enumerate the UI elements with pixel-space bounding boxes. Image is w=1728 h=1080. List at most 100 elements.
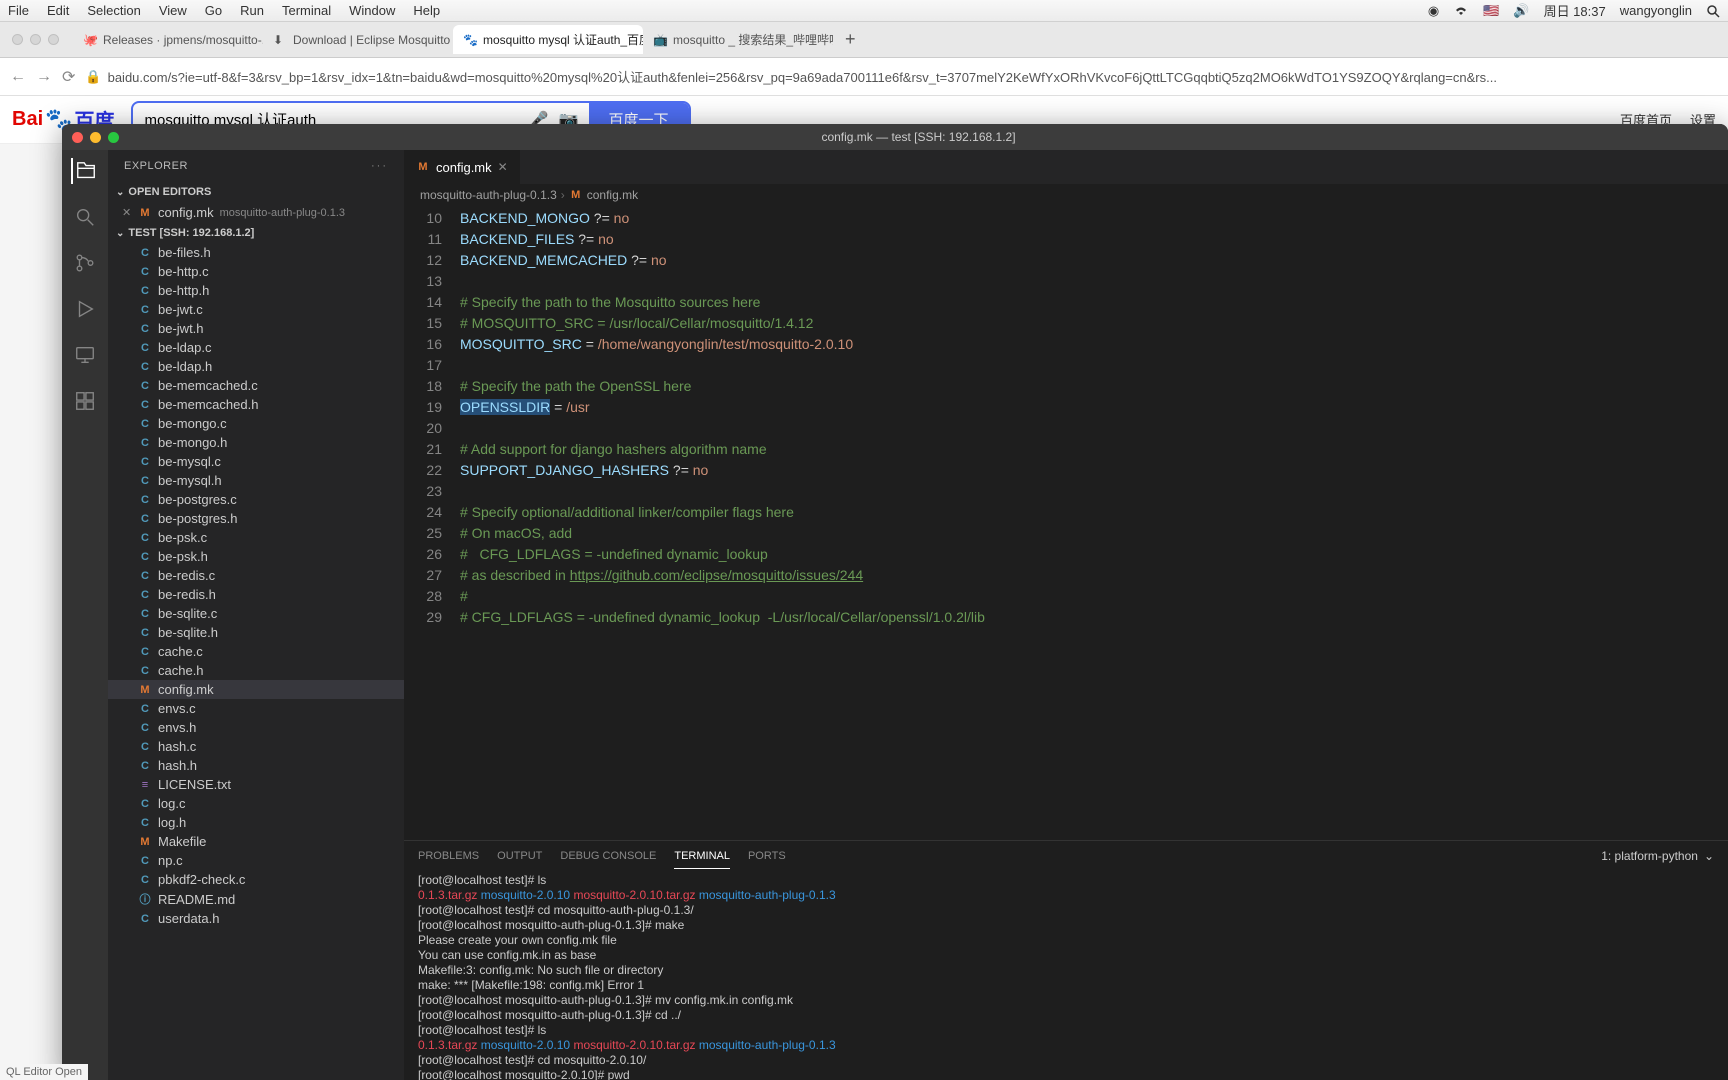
code-line[interactable]: MOSQUITTO_SRC = /home/wangyonglin/test/m…	[460, 334, 1728, 355]
activity-remote[interactable]	[72, 342, 98, 368]
terminal-selector[interactable]: 1: platform-python ⌄	[1601, 849, 1714, 863]
panel-tab[interactable]: OUTPUT	[497, 844, 542, 868]
editor-tab[interactable]: M config.mk ✕	[404, 150, 521, 184]
panel-tab[interactable]: DEBUG CONSOLE	[560, 844, 656, 868]
reload-button[interactable]: ⟳	[62, 67, 75, 87]
menubar-user[interactable]: wangyonglin	[1620, 3, 1692, 18]
browser-tab[interactable]: 🐾mosquitto mysql 认证auth_百度✕	[453, 25, 643, 54]
workspace-section[interactable]: ⌄ TEST [SSH: 192.168.1.2]	[108, 223, 404, 243]
activity-extensions[interactable]	[72, 388, 98, 414]
activity-search[interactable]	[72, 204, 98, 230]
file-item[interactable]: Ccache.c	[108, 642, 404, 661]
panel-tab[interactable]: PROBLEMS	[418, 844, 479, 868]
file-item[interactable]: Cbe-memcached.h	[108, 395, 404, 414]
file-item[interactable]: Cenvs.h	[108, 718, 404, 737]
activity-explorer[interactable]	[71, 158, 97, 184]
file-item[interactable]: Cbe-sqlite.c	[108, 604, 404, 623]
file-item[interactable]: Cbe-mysql.h	[108, 471, 404, 490]
file-item[interactable]: ⓘREADME.md	[108, 889, 404, 909]
menu-item[interactable]: Selection	[87, 3, 140, 18]
code-line[interactable]: #	[460, 586, 1728, 607]
file-item[interactable]: Cbe-ldap.c	[108, 338, 404, 357]
file-item[interactable]: Cbe-mongo.h	[108, 433, 404, 452]
file-item[interactable]: Chash.c	[108, 737, 404, 756]
menu-item[interactable]: File	[8, 3, 29, 18]
file-item[interactable]: Cbe-psk.c	[108, 528, 404, 547]
code-editor[interactable]: 10BACKEND_MONGO ?= no11BACKEND_FILES ?= …	[404, 206, 1728, 840]
file-item[interactable]: Cbe-memcached.c	[108, 376, 404, 395]
file-item[interactable]: Cnp.c	[108, 851, 404, 870]
breadcrumb-item[interactable]: mosquitto-auth-plug-0.1.3	[420, 188, 557, 202]
file-item[interactable]: Chash.h	[108, 756, 404, 775]
menu-item[interactable]: Terminal	[282, 3, 331, 18]
code-line[interactable]	[460, 271, 1728, 292]
browser-tab[interactable]: 📺mosquitto _ 搜索结果_哔哩哔哩✕	[643, 25, 833, 54]
code-line[interactable]: # Specify the path to the Mosquitto sour…	[460, 292, 1728, 313]
browser-tab[interactable]: 🐙Releases · jpmens/mosquitto-...✕	[73, 25, 263, 54]
flag-icon[interactable]: 🇺🇸	[1483, 3, 1499, 19]
file-item[interactable]: Ccache.h	[108, 661, 404, 680]
vscode-titlebar[interactable]: config.mk — test [SSH: 192.168.1.2]	[62, 124, 1728, 150]
more-icon[interactable]: ···	[371, 160, 388, 172]
code-line[interactable]: # CFG_LDFLAGS = -undefined dynamic_looku…	[460, 607, 1728, 628]
file-item[interactable]: Cbe-mysql.c	[108, 452, 404, 471]
code-line[interactable]	[460, 355, 1728, 376]
close-icon[interactable]: ✕	[122, 206, 131, 219]
search-icon[interactable]	[1706, 4, 1720, 18]
file-item[interactable]: Cbe-jwt.c	[108, 300, 404, 319]
file-item[interactable]: MMakefile	[108, 832, 404, 851]
activity-run[interactable]	[72, 296, 98, 322]
breadcrumb[interactable]: mosquitto-auth-plug-0.1.3 › M config.mk	[404, 184, 1728, 206]
file-item[interactable]: Cenvs.c	[108, 699, 404, 718]
code-line[interactable]	[460, 418, 1728, 439]
file-item[interactable]: Cbe-postgres.c	[108, 490, 404, 509]
code-line[interactable]: # MOSQUITTO_SRC = /usr/local/Cellar/mosq…	[460, 313, 1728, 334]
vscode-window-controls[interactable]	[72, 132, 119, 143]
code-line[interactable]: # On macOS, add	[460, 523, 1728, 544]
file-item[interactable]: Cpbkdf2-check.c	[108, 870, 404, 889]
menubar-date[interactable]: 周日 18:37	[1544, 1, 1606, 20]
file-item[interactable]: Cbe-sqlite.h	[108, 623, 404, 642]
record-icon[interactable]: ◉	[1428, 3, 1439, 19]
panel-tab[interactable]: PORTS	[748, 844, 786, 868]
open-editor-item[interactable]: ✕ M config.mk mosquitto-auth-plug-0.1.3	[108, 202, 404, 223]
code-line[interactable]: BACKEND_MONGO ?= no	[460, 208, 1728, 229]
file-item[interactable]: Clog.c	[108, 794, 404, 813]
terminal[interactable]: [root@localhost test]# ls0.1.3.tar.gz mo…	[404, 871, 1728, 1080]
browser-tab[interactable]: ⬇Download | Eclipse Mosquitto✕	[263, 25, 453, 54]
menu-item[interactable]: Help	[413, 3, 440, 18]
close-icon[interactable]: ✕	[498, 160, 508, 174]
file-item[interactable]: Cbe-psk.h	[108, 547, 404, 566]
file-item[interactable]: Cbe-mongo.c	[108, 414, 404, 433]
menu-item[interactable]: Go	[205, 3, 222, 18]
code-line[interactable]: # Specify the path the OpenSSL here	[460, 376, 1728, 397]
back-button[interactable]: ←	[10, 68, 26, 86]
sound-icon[interactable]: 🔊	[1513, 3, 1529, 19]
open-editors-section[interactable]: ⌄ OPEN EDITORS	[108, 182, 404, 202]
file-item[interactable]: Clog.h	[108, 813, 404, 832]
url-field[interactable]: 🔒 baidu.com/s?ie=utf-8&f=3&rsv_bp=1&rsv_…	[85, 67, 1718, 86]
activity-scm[interactable]	[72, 250, 98, 276]
file-item[interactable]: Cbe-ldap.h	[108, 357, 404, 376]
code-line[interactable]	[460, 481, 1728, 502]
file-item[interactable]: Mconfig.mk	[108, 680, 404, 699]
file-item[interactable]: Cbe-postgres.h	[108, 509, 404, 528]
window-controls[interactable]	[12, 34, 59, 45]
menu-item[interactable]: Run	[240, 3, 264, 18]
file-item[interactable]: ≡LICENSE.txt	[108, 775, 404, 794]
panel-tab[interactable]: TERMINAL	[674, 844, 730, 869]
file-item[interactable]: Cbe-redis.c	[108, 566, 404, 585]
file-item[interactable]: Cbe-files.h	[108, 243, 404, 262]
breadcrumb-item[interactable]: config.mk	[587, 188, 638, 202]
file-item[interactable]: Cbe-redis.h	[108, 585, 404, 604]
code-line[interactable]: # CFG_LDFLAGS = -undefined dynamic_looku…	[460, 544, 1728, 565]
menu-item[interactable]: Window	[349, 3, 395, 18]
forward-button[interactable]: →	[36, 68, 52, 86]
code-line[interactable]: BACKEND_FILES ?= no	[460, 229, 1728, 250]
menu-item[interactable]: View	[159, 3, 187, 18]
code-line[interactable]: OPENSSLDIR = /usr	[460, 397, 1728, 418]
wifi-icon[interactable]	[1453, 5, 1469, 17]
file-item[interactable]: Cbe-http.c	[108, 262, 404, 281]
code-line[interactable]: BACKEND_MEMCACHED ?= no	[460, 250, 1728, 271]
code-line[interactable]: SUPPORT_DJANGO_HASHERS ?= no	[460, 460, 1728, 481]
